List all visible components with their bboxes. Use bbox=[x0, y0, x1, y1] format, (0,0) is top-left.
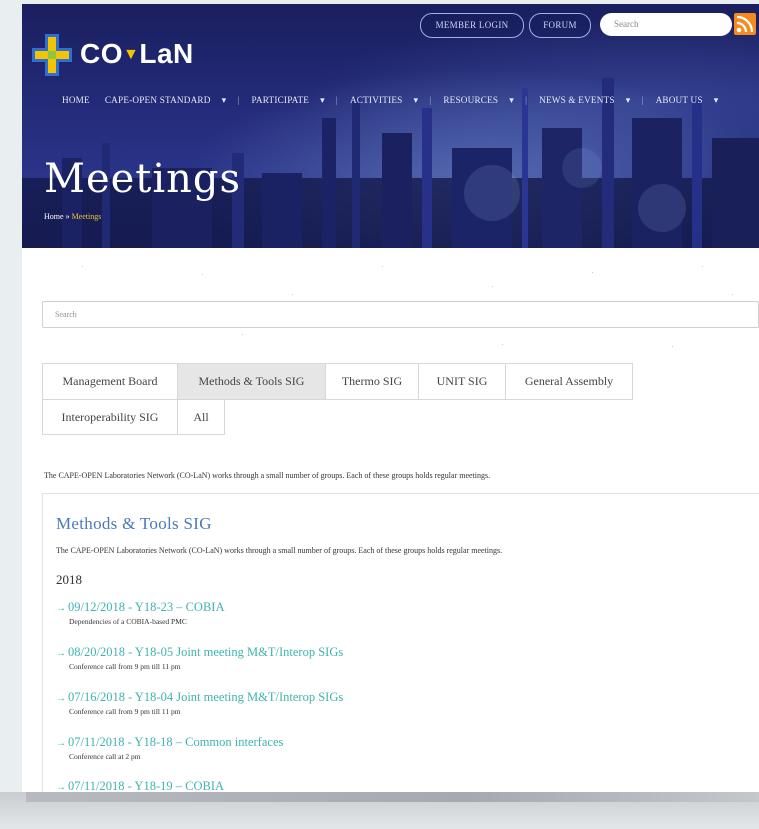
panel-description: The CAPE-OPEN Laboratories Network (CO-L… bbox=[56, 546, 503, 555]
logo-mark-icon bbox=[32, 34, 72, 76]
logo-text: CO▼LaN bbox=[80, 38, 194, 69]
meeting-item: → 08/20/2018 - Y18-05 Joint meeting M&T/I… bbox=[56, 645, 343, 671]
nav-activities[interactable]: ACTIVITIES ▾ bbox=[350, 95, 418, 106]
meeting-link[interactable]: → 08/20/2018 - Y18-05 Joint meeting M&T/I… bbox=[56, 645, 343, 660]
panel-title: Methods & Tools SIG bbox=[56, 514, 212, 533]
breadcrumb: Home » Meetings bbox=[44, 212, 102, 221]
meeting-description: Conference call from 9 pm till 11 pm bbox=[69, 707, 181, 716]
header-search-input[interactable]: Search bbox=[600, 13, 732, 36]
meeting-link[interactable]: → 07/11/2018 - Y18-19 – COBIA bbox=[56, 779, 224, 792]
nav-about-us[interactable]: ABOUT US ▾ bbox=[656, 95, 719, 106]
tab-methods-tools-sig[interactable]: Methods & Tools SIG bbox=[177, 363, 326, 400]
meeting-description: Conference call at 2 pm bbox=[69, 752, 141, 761]
nav-home[interactable]: HOME bbox=[62, 95, 90, 105]
meeting-description: Dependencies of a COBIA-based PMC bbox=[69, 617, 187, 626]
arrow-right-icon: → bbox=[56, 648, 66, 659]
browser-viewport: CO▼LaN MEMBER LOGIN FORUM Search HOME CA… bbox=[22, 4, 759, 792]
tab-thermo-sig[interactable]: Thermo SIG bbox=[325, 363, 419, 400]
meeting-item: → 09/12/2018 - Y18-23 – COBIA Dependencie… bbox=[56, 600, 224, 626]
year-heading: 2018 bbox=[56, 572, 82, 587]
meeting-link[interactable]: → 07/11/2018 - Y18-18 – Common interfaces bbox=[56, 735, 283, 750]
colan-logo[interactable]: CO▼LaN bbox=[32, 34, 222, 76]
rss-icon[interactable] bbox=[734, 13, 756, 35]
page-title: Meetings bbox=[44, 156, 242, 202]
page-header: CO▼LaN MEMBER LOGIN FORUM Search HOME CA… bbox=[22, 4, 759, 248]
nav-participate[interactable]: PARTICIPATE ▾ bbox=[251, 95, 324, 106]
main-nav: HOME CAPE-OPEN STANDARD ▾ | PARTICIPATE ▾ | … bbox=[62, 95, 719, 106]
tab-all[interactable]: All bbox=[177, 399, 225, 435]
arrow-right-icon: → bbox=[56, 693, 66, 704]
nav-resources[interactable]: RESOURCES ▾ bbox=[443, 95, 514, 106]
meeting-item: → 07/11/2018 - Y18-19 – COBIA bbox=[56, 779, 224, 792]
meeting-link[interactable]: → 09/12/2018 - Y18-23 – COBIA bbox=[56, 600, 224, 615]
arrow-right-icon: → bbox=[56, 738, 66, 749]
meeting-link[interactable]: → 07/16/2018 - Y18-04 Joint meeting M&T/I… bbox=[56, 690, 343, 705]
tab-management-board[interactable]: Management Board bbox=[42, 363, 178, 400]
nav-cape-open-standard[interactable]: CAPE-OPEN STANDARD ▾ bbox=[105, 95, 227, 106]
forum-button[interactable]: FORUM bbox=[529, 13, 591, 38]
window-bottom-shadow bbox=[0, 792, 759, 829]
intro-text: The CAPE-OPEN Laboratories Network (CO-L… bbox=[44, 471, 491, 480]
refinery-background bbox=[22, 78, 759, 248]
arrow-right-icon: → bbox=[56, 782, 66, 792]
meeting-item: → 07/11/2018 - Y18-18 – Common interfaces… bbox=[56, 735, 283, 761]
tab-unit-sig[interactable]: UNIT SIG bbox=[418, 363, 506, 400]
scroll-edge bbox=[26, 792, 759, 802]
arrow-right-icon: → bbox=[56, 603, 66, 614]
tab-interoperability-sig[interactable]: Interoperability SIG bbox=[42, 399, 178, 435]
nav-news-events[interactable]: NEWS & EVENTS ▾ bbox=[539, 95, 630, 106]
member-login-button[interactable]: MEMBER LOGIN bbox=[420, 13, 524, 38]
meeting-item: → 07/16/2018 - Y18-04 Joint meeting M&T/I… bbox=[56, 690, 343, 716]
breadcrumb-current: Meetings bbox=[71, 212, 102, 221]
meeting-description: Conference call from 9 pm till 11 pm bbox=[69, 662, 181, 671]
meeting-search-input[interactable]: Search bbox=[42, 301, 759, 328]
tab-general-assembly[interactable]: General Assembly bbox=[505, 363, 633, 400]
breadcrumb-home[interactable]: Home bbox=[44, 212, 64, 221]
